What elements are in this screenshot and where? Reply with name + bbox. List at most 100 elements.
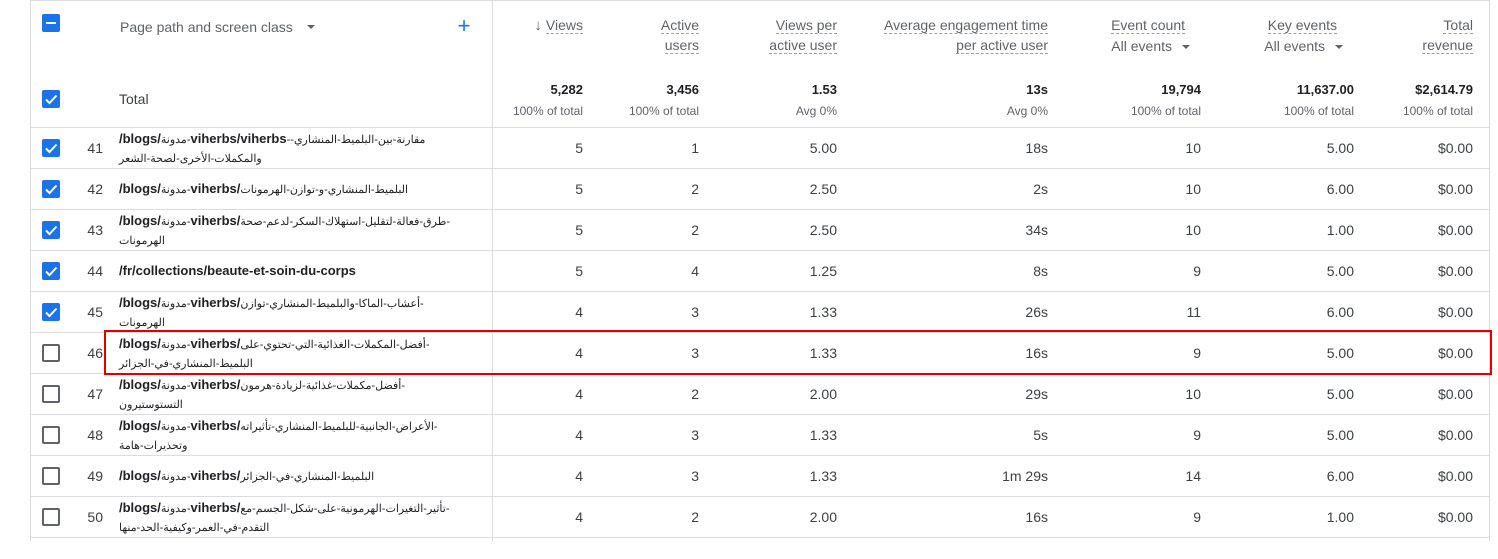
row-number: 47 xyxy=(87,385,103,402)
cell-event-count: 9 xyxy=(1193,508,1201,525)
cell-views: 4 xyxy=(575,303,583,320)
page-path[interactable]: /blogs/مدونة-viherbs/تأثير-التغيرات-الهر… xyxy=(119,498,479,538)
cell-key-events: 5.00 xyxy=(1326,385,1354,402)
cell-views: 5 xyxy=(575,262,583,279)
cell-active-users: 1 xyxy=(691,139,699,156)
row-checkbox[interactable] xyxy=(42,343,60,362)
column-header-active-users[interactable]: Active users xyxy=(660,15,699,55)
cell-avg-engagement: 18s xyxy=(1025,139,1048,156)
row-checkbox[interactable] xyxy=(42,466,60,485)
row-checkbox[interactable] xyxy=(42,384,60,403)
row-divider xyxy=(30,291,1490,292)
row-number: 42 xyxy=(87,180,103,197)
cell-key-events: 6.00 xyxy=(1326,467,1354,484)
page-path-line: وتحذيرات-هامة xyxy=(119,440,188,452)
cell-views-per-user: 1.25 xyxy=(809,262,837,279)
page-path[interactable]: /blogs/مدونة-viherbs/البلميط-المنشاري-و-… xyxy=(119,179,479,200)
row-checkbox[interactable] xyxy=(42,138,60,157)
cell-active-users: 2 xyxy=(691,221,699,238)
chevron-down-icon xyxy=(1182,45,1190,50)
page-path-line: والمكملات-الأخرى-لصحة-الشعر xyxy=(119,153,262,165)
row-number: 45 xyxy=(87,303,103,320)
total-event-count: 19,794 xyxy=(1161,82,1201,97)
row-checkbox[interactable] xyxy=(42,425,60,444)
cell-avg-engagement: 16s xyxy=(1025,508,1048,525)
cell-views: 5 xyxy=(575,221,583,238)
cell-revenue: $0.00 xyxy=(1437,467,1473,484)
cell-key-events: 1.00 xyxy=(1326,508,1354,525)
page-path-line: /blogs/مدونة-viherbs/أفضل-مكملات-غذائية-… xyxy=(119,377,405,392)
row-number: 43 xyxy=(87,221,103,238)
cell-views-per-user: 1.33 xyxy=(809,426,837,443)
cell-event-count: 9 xyxy=(1193,262,1201,279)
cell-views: 4 xyxy=(575,426,583,443)
cell-active-users: 3 xyxy=(691,467,699,484)
row-checkbox[interactable] xyxy=(42,179,60,198)
total-revenue: $2,614.79 xyxy=(1415,82,1473,97)
column-header-event-count[interactable]: Event count xyxy=(1111,15,1185,35)
page-path[interactable]: /blogs/مدونة-viherbs/البلميط-المنشاري-في… xyxy=(119,466,479,487)
row-checkbox[interactable] xyxy=(42,302,60,321)
page-path[interactable]: /blogs/مدونة-viherbs/الأعراض-الجانبية-لل… xyxy=(119,416,479,456)
page-path-line: /blogs/مدونة-viherbs/البلميط-المنشاري-في… xyxy=(119,467,375,483)
cell-key-events: 5.00 xyxy=(1326,139,1354,156)
page-path[interactable]: /fr/collections/beaute-et-soin-du-corps xyxy=(119,261,479,282)
page-path-line: /blogs/مدونة-viherbs/أعشاب-الماكا-والبلم… xyxy=(119,295,424,310)
totals-checkbox[interactable] xyxy=(42,90,60,108)
add-dimension-button[interactable]: + xyxy=(456,14,472,38)
cell-revenue: $0.00 xyxy=(1437,508,1473,525)
column-header-key-events[interactable]: Key events xyxy=(1267,15,1337,35)
cell-key-events: 6.00 xyxy=(1326,180,1354,197)
cell-revenue: $0.00 xyxy=(1437,180,1473,197)
indeterminate-icon xyxy=(46,22,56,24)
cell-views-per-user: 2.50 xyxy=(809,180,837,197)
cell-views: 5 xyxy=(575,139,583,156)
cell-event-count: 10 xyxy=(1185,180,1201,197)
cell-event-count: 10 xyxy=(1185,385,1201,402)
event-count-filter[interactable]: All events xyxy=(1111,38,1190,54)
select-all-checkbox[interactable] xyxy=(42,14,60,32)
cell-avg-engagement: 26s xyxy=(1025,303,1048,320)
cell-avg-engagement: 34s xyxy=(1025,221,1048,238)
total-key-events-sub: 100% of total xyxy=(1283,104,1354,118)
cell-views: 4 xyxy=(575,385,583,402)
cell-views-per-user: 5.00 xyxy=(809,139,837,156)
total-views-sub: 100% of total xyxy=(512,104,583,118)
total-avg-engagement-sub: Avg 0% xyxy=(1006,104,1048,118)
row-checkbox[interactable] xyxy=(42,220,60,239)
page-path[interactable]: /blogs/مدونة-viherbs/أفضل-مكملات-غذائية-… xyxy=(119,375,479,415)
column-header-views[interactable]: ↓ Views xyxy=(534,15,583,36)
cell-views-per-user: 1.33 xyxy=(809,303,837,320)
page-path[interactable]: /blogs/مدونة-viherbs/طرق-فعالة-لتقليل-اس… xyxy=(119,211,479,251)
cell-key-events: 1.00 xyxy=(1326,221,1354,238)
total-key-events: 11,637.00 xyxy=(1296,82,1354,97)
check-icon xyxy=(45,266,58,276)
total-revenue-sub: 100% of total xyxy=(1402,104,1473,118)
page-path-line: التقدم-في-العمر-وكيفية-الحد-منها xyxy=(119,522,270,534)
cell-views-per-user: 1.33 xyxy=(809,467,837,484)
dimension-selector[interactable]: Page path and screen class xyxy=(120,19,293,35)
row-checkbox[interactable] xyxy=(42,507,60,526)
cell-revenue: $0.00 xyxy=(1437,426,1473,443)
key-events-filter[interactable]: All events xyxy=(1264,38,1343,54)
chevron-down-icon[interactable] xyxy=(307,25,315,29)
total-views-per-user: 1.53 xyxy=(811,82,837,97)
column-header-total-revenue[interactable]: Total revenue xyxy=(1422,15,1473,55)
check-icon xyxy=(45,225,58,235)
cell-key-events: 5.00 xyxy=(1326,426,1354,443)
cell-views: 5 xyxy=(575,180,583,197)
cell-revenue: $0.00 xyxy=(1437,139,1473,156)
page-path[interactable]: /blogs/مدونة-viherbs/viherbs--مقارنة-بين… xyxy=(119,129,479,169)
column-header-avg-engagement[interactable]: Average engagement time per active user xyxy=(884,15,1048,55)
cell-avg-engagement: 5s xyxy=(1033,426,1048,443)
row-number: 44 xyxy=(87,262,103,279)
total-views-per-user-sub: Avg 0% xyxy=(795,104,837,118)
column-divider xyxy=(492,0,493,541)
page-path[interactable]: /blogs/مدونة-viherbs/أعشاب-الماكا-والبلم… xyxy=(119,293,479,333)
cell-active-users: 2 xyxy=(691,180,699,197)
cell-avg-engagement: 8s xyxy=(1033,262,1048,279)
row-checkbox[interactable] xyxy=(42,261,60,280)
column-header-views-per-active-user[interactable]: Views per active user xyxy=(769,15,837,55)
highlight-box xyxy=(104,330,1492,375)
page-path-line: /blogs/مدونة-viherbs/البلميط-المنشاري-و-… xyxy=(119,180,409,196)
